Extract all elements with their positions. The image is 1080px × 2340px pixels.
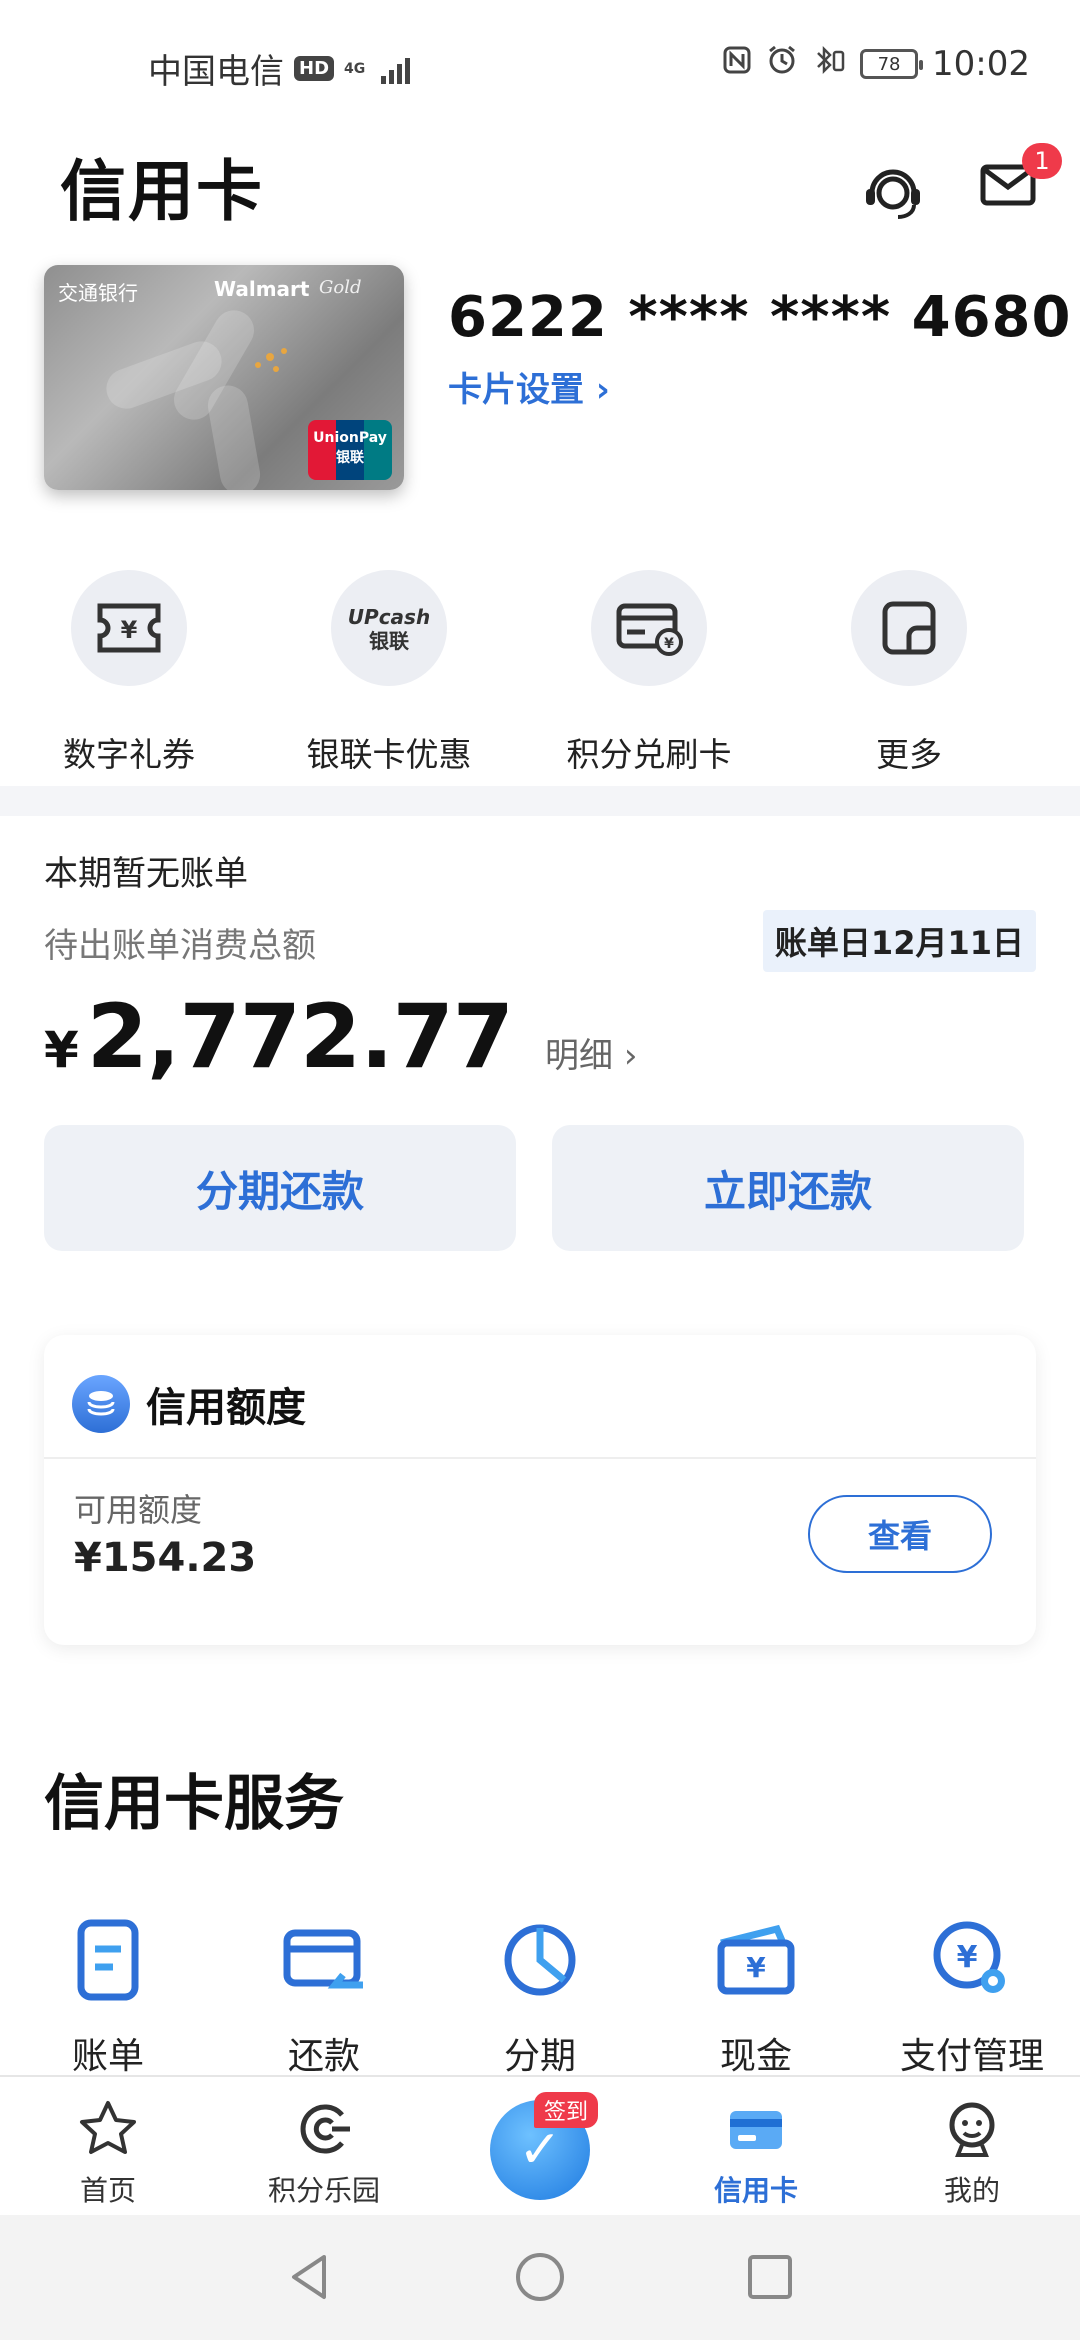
hd-badge: HD [294,56,335,81]
mail-badge: 1 [1022,143,1062,179]
service-installment[interactable]: 分期 [450,1915,630,2079]
service-label: 账单 [71,2036,144,2077]
coins-icon [72,1375,130,1433]
detail-label: 明细 [545,1036,614,1076]
more-icon [851,570,967,686]
bill-icon [63,1915,153,2005]
bill-status: 本期暂无账单 [44,854,248,894]
page-title: 信用卡 [60,153,264,230]
check-in-glyph-icon: ✓ [518,2120,562,2180]
currency-symbol: ¥ [44,1021,79,1079]
credit-limit-card: 信用额度 可用额度 ¥154.23 查看 [44,1335,1036,1645]
nav-label: 我的 [943,2174,1000,2207]
quick-action-more[interactable]: 更多 [809,570,1009,776]
bluetooth-vibrate-icon [812,45,846,83]
payment-settings-icon: ¥ [927,1915,1017,2005]
bill-date-badge: 账单日12月11日 [762,910,1036,972]
service-cash[interactable]: ¥ 现金 [666,1915,846,2079]
cash-icon: ¥ [711,1915,801,2005]
credit-limit-title: 信用额度 [146,1385,306,1431]
bill-detail-link[interactable]: 明细 › [545,1028,637,1077]
service-repay[interactable]: 还款 [234,1915,414,2079]
quick-action-label: 更多 [876,735,942,774]
clock: 10:02 [932,44,1030,84]
nav-points[interactable]: 积分乐园 [244,2097,404,2209]
carrier-name: 中国电信 [148,52,284,92]
signal-icon [381,54,411,84]
unionpay-logo: UnionPay 银联 [308,420,392,480]
app-header: 信用卡 1 [0,130,1080,250]
quick-action-points-redeem[interactable]: ¥ 积分兑刷卡 [549,570,749,776]
points-icon [292,2097,356,2161]
profile-icon [940,2097,1004,2161]
customer-service-icon[interactable] [858,155,928,225]
svg-text:¥: ¥ [664,636,674,652]
divider [44,1457,1036,1459]
pending-bill-label: 待出账单消费总额 [44,926,316,966]
repay-now-button[interactable]: 立即还款 [552,1125,1024,1251]
recent-apps-icon[interactable] [740,2247,800,2307]
card-brand: Walmart [214,277,310,301]
nfc-icon [722,45,752,83]
quick-action-label: 积分兑刷卡 [566,735,732,774]
service-bill[interactable]: 账单 [18,1915,198,2079]
svg-text:银联: 银联 [369,629,409,653]
quick-action-voucher[interactable]: ¥ 数字礼券 [29,570,229,776]
system-navigation-bar [0,2215,1080,2340]
card-settings-link[interactable]: 卡片设置 › [448,362,610,411]
installment-icon [495,1915,585,2005]
repay-icon [279,1915,369,2005]
view-limit-button[interactable]: 查看 [808,1495,992,1573]
back-icon[interactable] [280,2247,340,2307]
credit-limit-header: 信用额度 [72,1375,306,1433]
service-label: 现金 [719,2036,792,2077]
service-label: 还款 [287,2036,360,2077]
nav-label: 首页 [79,2174,136,2207]
card-bank-name: 交通银行 [58,281,138,305]
installment-repay-button[interactable]: 分期还款 [44,1125,516,1251]
svg-text:UPcash: UPcash [349,605,429,629]
chevron-right-icon: › [613,1036,638,1076]
bill-amount-row: ¥ 2,772.77 明细 › [44,985,637,1088]
nav-credit-card[interactable]: 信用卡 [676,2097,836,2209]
service-label: 支付管理 [899,2036,1044,2077]
credit-card-image[interactable]: 交通银行 Walmart Gold UnionPay 银联 [44,265,404,490]
svg-text:¥: ¥ [746,1951,766,1984]
nav-label: 信用卡 [713,2174,798,2207]
service-label: 分期 [503,2036,576,2077]
services-title: 信用卡服务 [44,1769,344,1839]
available-limit-value: ¥154.23 [74,1535,257,1581]
quick-action-label: 数字礼券 [63,735,195,774]
quick-actions: ¥ 数字礼券 UPcash 银联 银联卡优惠 ¥ 积分兑刷卡 更多 [0,570,1080,780]
nav-home[interactable]: 首页 [28,2097,188,2209]
quick-action-label: 银联卡优惠 [306,735,472,774]
nav-profile[interactable]: 我的 [892,2097,1052,2209]
svg-text:¥: ¥ [957,1940,978,1975]
status-bar: 中国电信 HD 4G 78 10:02 [0,0,1080,130]
card-tier: Gold [319,277,362,298]
home-icon[interactable] [510,2247,570,2307]
chevron-right-icon: › [595,370,610,410]
alarm-icon [766,44,798,84]
status-right: 78 10:02 [722,44,1030,84]
upcash-icon: UPcash 银联 [331,570,447,686]
points-card-icon: ¥ [591,570,707,686]
voucher-icon: ¥ [71,570,187,686]
check-in-badge: 签到 [534,2092,599,2128]
section-divider [0,786,1080,816]
available-limit-label: 可用额度 [74,1491,203,1529]
status-left: 中国电信 HD 4G [148,44,411,93]
star-icon [76,2097,140,2161]
battery-icon: 78 [860,49,924,79]
card-number: 6222 **** **** 4680 [448,285,1072,350]
card-settings-label: 卡片设置 [448,370,584,410]
bill-amount: 2,772.77 [86,985,514,1088]
service-payment-settings[interactable]: ¥ 支付管理 [882,1915,1062,2079]
svg-text:¥: ¥ [121,616,138,644]
quick-action-unionpay-offer[interactable]: UPcash 银联 银联卡优惠 [289,570,489,776]
credit-card-icon [724,2097,788,2161]
nav-label: 积分乐园 [267,2174,380,2207]
network-type: 4G [344,60,366,77]
mail-icon[interactable]: 1 [978,143,1062,225]
